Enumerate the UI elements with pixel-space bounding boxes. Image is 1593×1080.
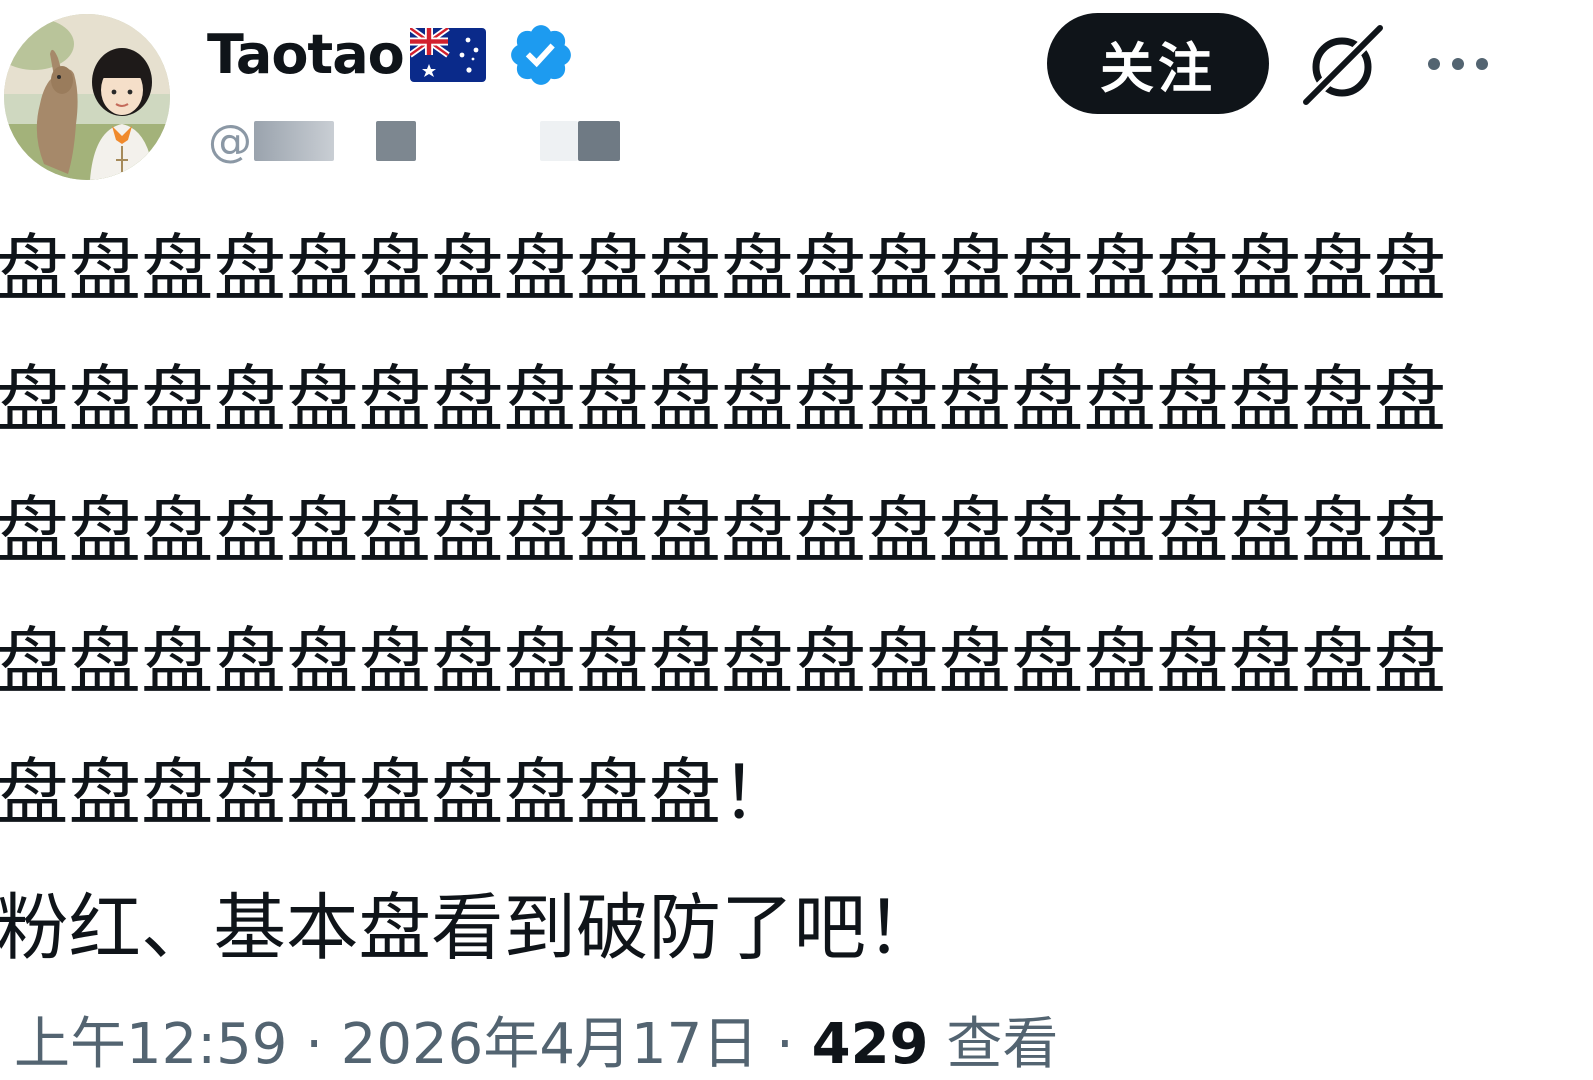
handle-redaction-4	[578, 121, 620, 161]
meta-separator-2: ·	[758, 1012, 812, 1077]
tweet-line-4: 盘盘盘盘盘盘盘盘盘盘盘盘盘盘盘盘盘盘盘盘	[0, 621, 1446, 705]
tweet-text: 盘盘盘盘盘盘盘盘盘盘盘盘盘盘盘盘盘盘盘盘 盘盘盘盘盘盘盘盘盘盘盘盘盘盘盘盘盘盘盘…	[0, 205, 1576, 995]
follow-button[interactable]: 关注	[1047, 13, 1269, 114]
views-label: 查看	[928, 1012, 1059, 1077]
author-display-name[interactable]: Taotao	[207, 23, 405, 87]
tweet-line-3: 盘盘盘盘盘盘盘盘盘盘盘盘盘盘盘盘盘盘盘盘	[0, 490, 1446, 574]
tweet-meta: 上午12:59 · 2026年4月17日 · 429 查看	[14, 1010, 1058, 1080]
australia-flag-icon	[409, 28, 486, 82]
handle-redaction-1	[254, 121, 334, 161]
avatar[interactable]	[4, 14, 170, 180]
handle-redaction-3	[540, 121, 578, 161]
verified-badge-icon[interactable]	[506, 20, 576, 90]
author-name-row: Taotao	[207, 20, 576, 90]
handle-at-sign: @	[208, 115, 252, 167]
grok-icon[interactable]	[1300, 24, 1386, 106]
views-count[interactable]: 429	[812, 1012, 929, 1077]
tweet-line-6: 粉红、基本盘看到破防了吧！	[0, 887, 939, 971]
avatar-image	[4, 14, 170, 180]
tweet-date[interactable]: 2026年4月17日	[341, 1012, 758, 1077]
tweet-line-1: 盘盘盘盘盘盘盘盘盘盘盘盘盘盘盘盘盘盘盘盘	[0, 228, 1446, 312]
tweet-line-5: 盘盘盘盘盘盘盘盘盘盘！	[0, 752, 794, 836]
meta-separator-1: ·	[287, 1012, 341, 1077]
more-options-icon[interactable]	[1418, 40, 1498, 88]
tweet-line-2: 盘盘盘盘盘盘盘盘盘盘盘盘盘盘盘盘盘盘盘盘	[0, 359, 1446, 443]
tweet-time[interactable]: 上午12:59	[14, 1012, 287, 1077]
author-handle[interactable]: @	[208, 115, 620, 167]
handle-redaction-2	[376, 121, 416, 161]
